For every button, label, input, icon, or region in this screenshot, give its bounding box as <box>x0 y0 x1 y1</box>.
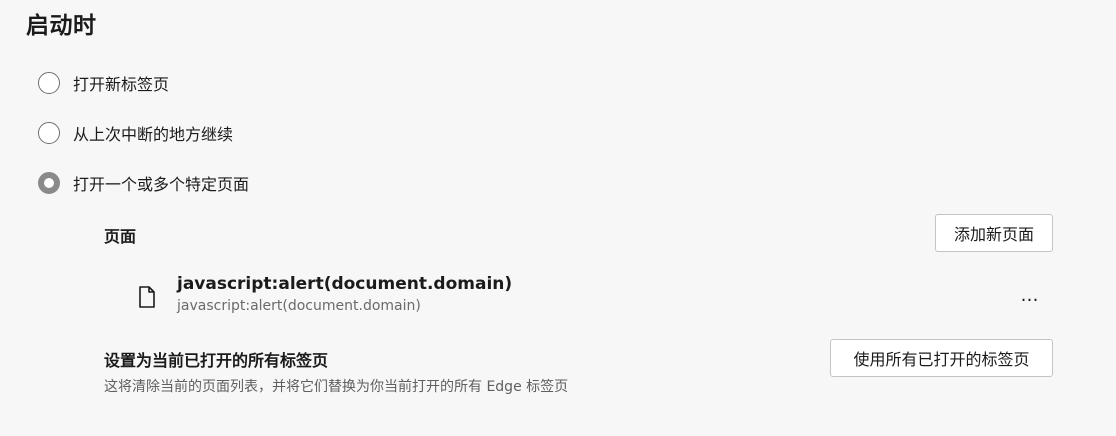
radio-button-continue[interactable] <box>38 122 60 144</box>
radio-label-specific-pages: 打开一个或多个特定页面 <box>73 175 250 194</box>
pages-heading: 页面 <box>104 227 137 246</box>
radio-label-new-tab: 打开新标签页 <box>73 75 170 94</box>
add-new-page-button[interactable]: 添加新页面 <box>935 214 1053 252</box>
radio-option-new-tab[interactable]: 打开新标签页 <box>38 68 169 98</box>
document-icon <box>136 285 158 309</box>
radio-option-continue[interactable]: 从上次中断的地方继续 <box>38 118 233 148</box>
radio-option-specific-pages[interactable]: 打开一个或多个特定页面 <box>38 168 249 198</box>
section-title: 启动时 <box>26 13 97 39</box>
use-all-open-tabs-button[interactable]: 使用所有已打开的标签页 <box>830 339 1053 377</box>
radio-button-specific-pages[interactable] <box>38 172 60 194</box>
page-entry-title: javascript:alert(document.domain) <box>177 274 513 294</box>
set-current-description: 这将清除当前的页面列表，并将它们替换为你当前打开的所有 Edge 标签页 <box>104 379 569 395</box>
radio-button-new-tab[interactable] <box>38 72 60 94</box>
page-entry-url: javascript:alert(document.domain) <box>177 298 421 314</box>
more-options-button[interactable]: … <box>1014 280 1046 310</box>
set-current-heading: 设置为当前已打开的所有标签页 <box>104 351 329 370</box>
page-entry: javascript:alert(document.domain) javasc… <box>136 272 512 316</box>
radio-label-continue: 从上次中断的地方继续 <box>73 125 234 144</box>
